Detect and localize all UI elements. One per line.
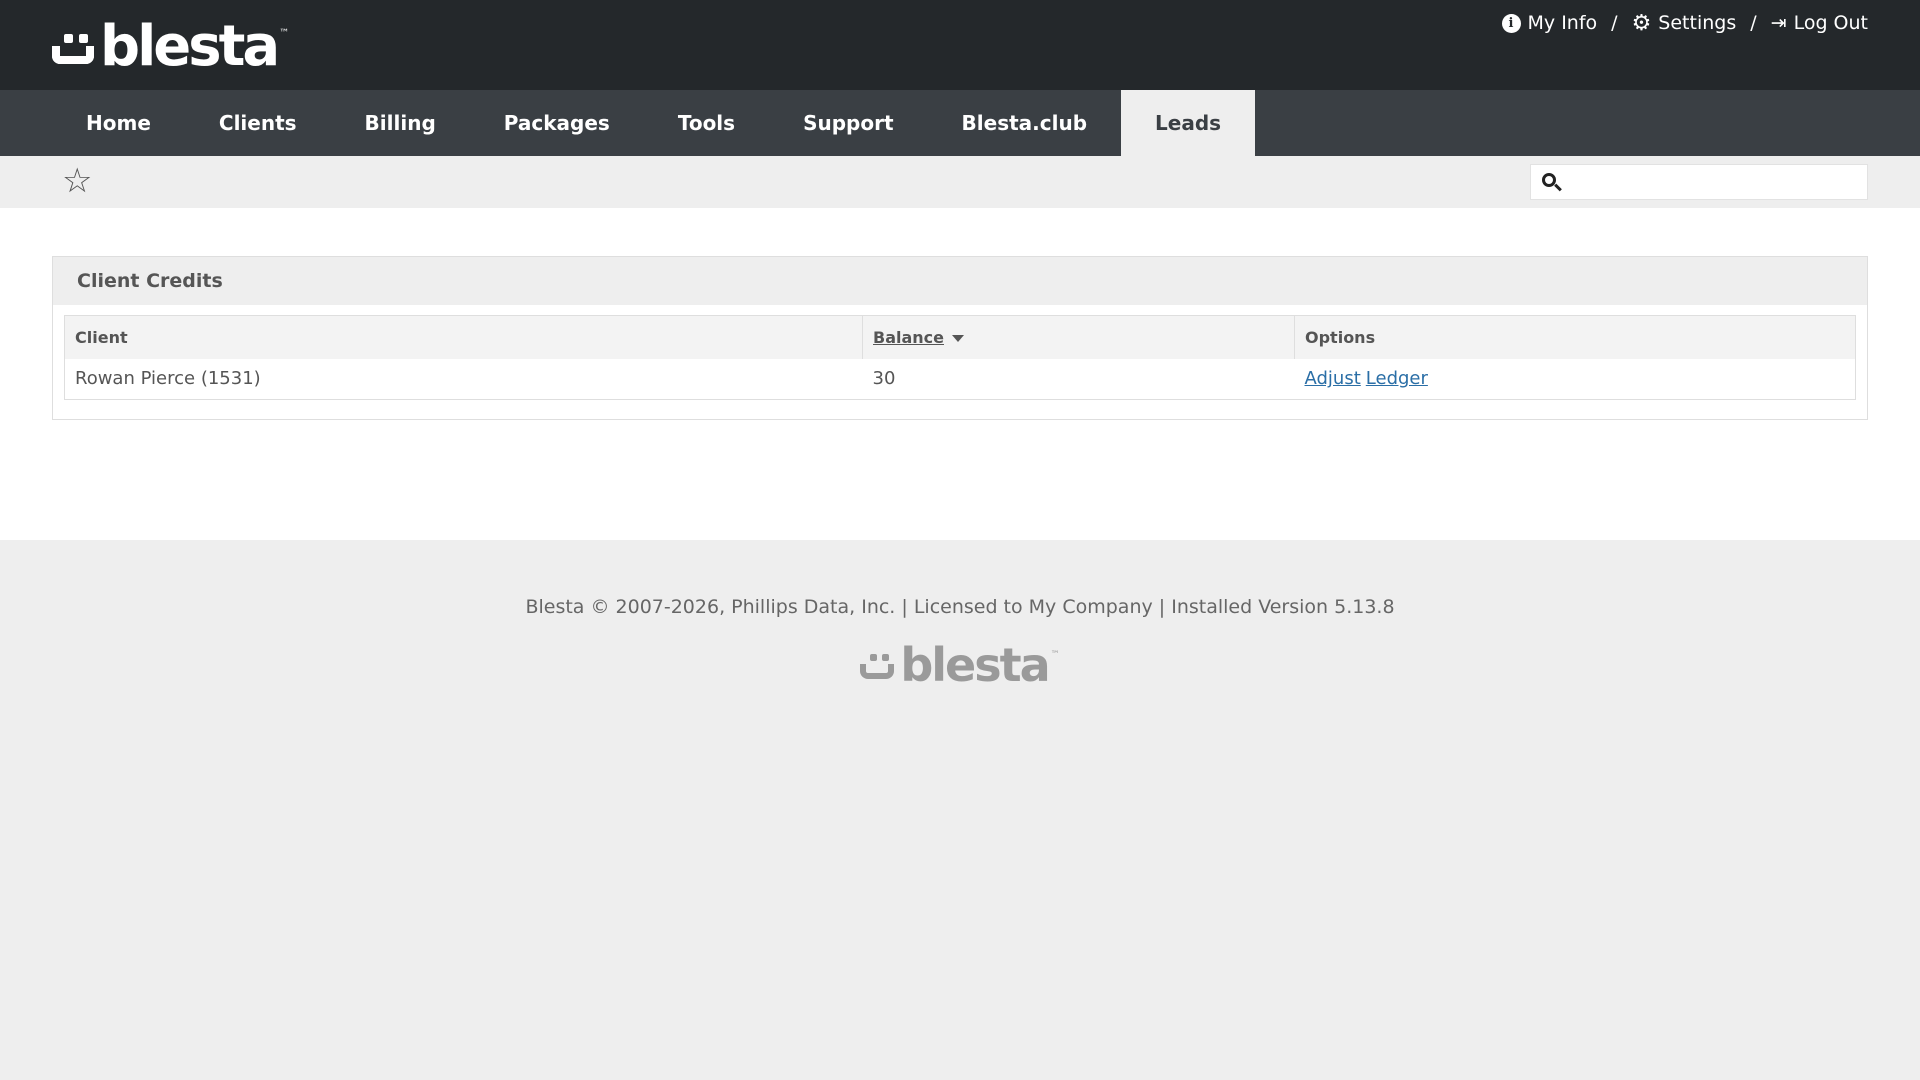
search-box	[1530, 164, 1868, 200]
footer-logo[interactable]: blesta ™	[860, 638, 1060, 692]
nav-item-blesta-club[interactable]: Blesta.club	[928, 90, 1122, 156]
table-row: Rowan Pierce (1531) 30 Adjust Ledger	[64, 358, 1856, 400]
logout-link[interactable]: ⇥ Log Out	[1771, 12, 1868, 34]
ledger-link[interactable]: Ledger	[1366, 368, 1428, 389]
nav-item-leads[interactable]: Leads	[1121, 90, 1256, 156]
balance-sort-link[interactable]: Balance	[873, 328, 944, 347]
cell-client: Rowan Pierce (1531)	[64, 358, 863, 400]
nav-item-packages[interactable]: Packages	[470, 90, 644, 156]
search-icon	[1531, 164, 1567, 200]
footer-copyright: Blesta © 2007-2026, Phillips Data, Inc. …	[525, 596, 1395, 618]
adjust-link[interactable]: Adjust	[1305, 368, 1361, 389]
footer-logo-trademark: ™	[1050, 650, 1060, 660]
sub-toolbar: ☆	[0, 156, 1920, 208]
client-credits-panel: Client Credits Client Balance Options Ro…	[52, 256, 1868, 420]
nav-item-clients[interactable]: Clients	[185, 90, 331, 156]
table-header-row: Client Balance Options	[64, 315, 1856, 359]
logo-text: blesta	[100, 14, 280, 79]
nav-item-support[interactable]: Support	[769, 90, 927, 156]
my-info-label: My Info	[1527, 12, 1598, 34]
link-separator: /	[1611, 12, 1618, 34]
panel-title: Client Credits	[53, 257, 1867, 305]
search-input[interactable]	[1567, 166, 1867, 198]
cell-options: Adjust Ledger	[1294, 358, 1856, 400]
info-icon: i	[1501, 13, 1521, 33]
footer-logo-text: blesta	[900, 638, 1050, 692]
column-header-client: Client	[64, 315, 863, 359]
settings-link[interactable]: ⚙ Settings	[1632, 12, 1737, 34]
my-info-link[interactable]: i My Info	[1501, 12, 1598, 34]
top-header: blesta ™ i My Info / ⚙ Settings / ⇥ Log …	[0, 0, 1920, 90]
settings-label: Settings	[1658, 12, 1737, 34]
smile-icon	[52, 32, 96, 80]
column-header-options: Options	[1294, 315, 1856, 359]
nav-item-tools[interactable]: Tools	[644, 90, 769, 156]
sort-desc-icon	[952, 334, 964, 342]
link-separator: /	[1750, 12, 1757, 34]
nav-item-billing[interactable]: Billing	[331, 90, 470, 156]
page-footer: Blesta © 2007-2026, Phillips Data, Inc. …	[0, 540, 1920, 696]
star-icon[interactable]: ☆	[62, 164, 92, 198]
main-content: Client Credits Client Balance Options Ro…	[0, 208, 1920, 540]
panel-body: Client Balance Options Rowan Pierce (153…	[53, 305, 1867, 419]
main-nav: Home Clients Billing Packages Tools Supp…	[0, 90, 1920, 156]
gear-icon: ⚙	[1631, 10, 1652, 36]
column-header-balance[interactable]: Balance	[862, 315, 1295, 359]
blesta-logo[interactable]: blesta ™	[52, 14, 290, 80]
credits-table: Client Balance Options Rowan Pierce (153…	[64, 315, 1856, 400]
logout-icon: ⇥	[1770, 12, 1787, 34]
nav-item-home[interactable]: Home	[52, 90, 185, 156]
logout-label: Log Out	[1793, 12, 1868, 34]
smile-icon	[860, 652, 896, 692]
logo-trademark: ™	[279, 28, 290, 39]
header-links: i My Info / ⚙ Settings / ⇥ Log Out	[1501, 12, 1868, 34]
cell-balance: 30	[862, 358, 1295, 400]
